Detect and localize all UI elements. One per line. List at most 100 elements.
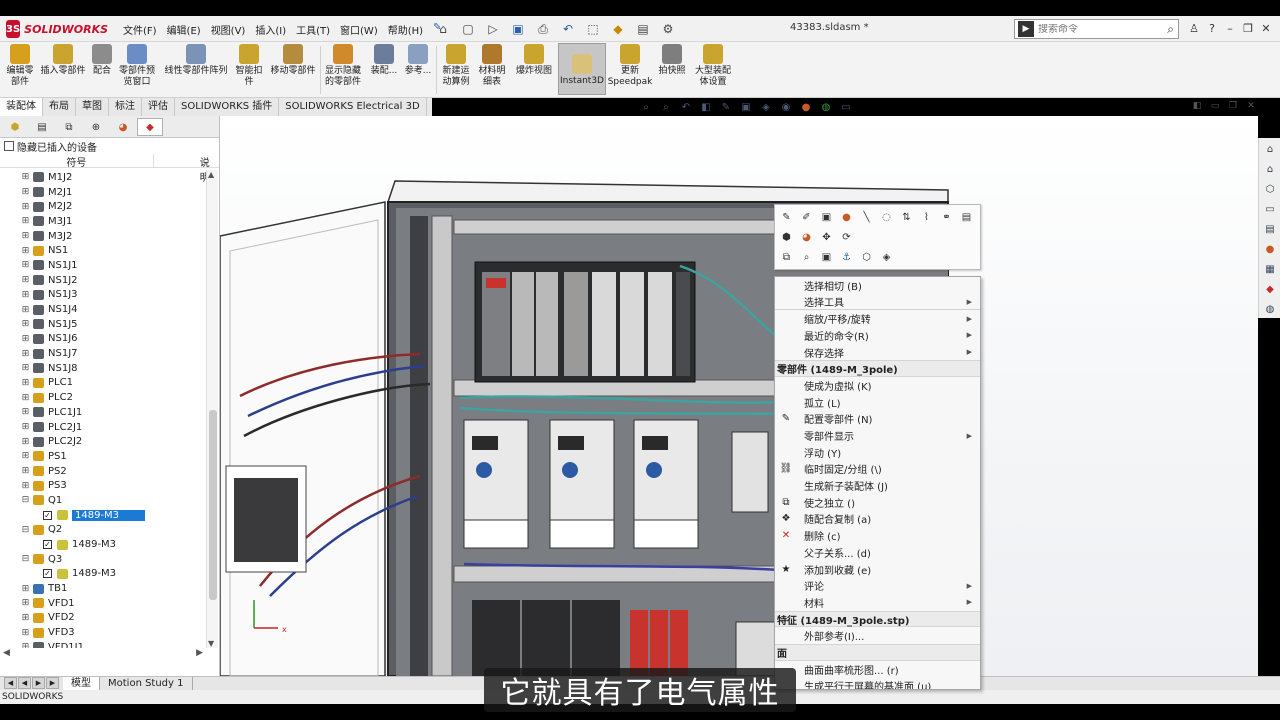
context-menu-item[interactable]: 孤立 (L) — [775, 394, 980, 411]
tree-row[interactable]: ⊞ PS3 — [0, 478, 206, 493]
restore-icon[interactable]: ❐ — [1240, 19, 1256, 37]
view-palette-icon[interactable]: ▤ — [1261, 221, 1279, 238]
apply-scene-icon[interactable]: ◍ — [818, 99, 834, 115]
paperclip-icon[interactable]: ⌇ — [918, 209, 935, 226]
context-menu-item[interactable]: 最近的命令(R) ▶ — [775, 327, 980, 344]
scroll-up-icon[interactable]: ▲ — [208, 170, 214, 179]
tab-evaluate[interactable]: 评估 — [142, 98, 175, 116]
expand-icon[interactable]: ⊞ — [21, 231, 30, 241]
previous-view-icon[interactable]: ↶ — [678, 99, 694, 115]
mate-button[interactable]: 配合 — [90, 44, 114, 77]
electrical-3d-icon[interactable]: ◆ — [1261, 281, 1279, 298]
color-palette-icon[interactable]: ◕ — [798, 229, 815, 246]
collapse-icon[interactable]: ⊟ — [21, 554, 30, 564]
property-manager-icon[interactable]: ▤ — [29, 118, 55, 136]
context-menu-item[interactable]: 曲面曲率梳形图... (r) — [775, 661, 980, 678]
rotate-component-icon[interactable]: ⟳ — [838, 229, 855, 246]
context-menu-item[interactable]: 浮动 (Y) — [775, 444, 980, 461]
tree-row[interactable]: ⊞ M1J2 — [0, 170, 206, 185]
reference-geometry-button[interactable]: 参考... — [402, 44, 434, 77]
hide-component-icon[interactable]: ╲ — [858, 209, 875, 226]
tree-row[interactable]: ⊞ NS1J2 — [0, 273, 206, 288]
expand-icon[interactable]: ⊞ — [21, 246, 30, 256]
options-gear-icon[interactable]: ⚙ — [657, 19, 679, 39]
horizontal-scrollbar[interactable]: ◀ ▶ — [0, 648, 206, 660]
tree-row[interactable]: ⊞ PLC2 — [0, 390, 206, 405]
electrical-manager-icon[interactable]: ◆ — [137, 118, 163, 136]
context-menu-item[interactable]: 零部件显示 ▶ — [775, 427, 980, 444]
zoom-to-fit-icon[interactable]: ⌕ — [638, 99, 654, 115]
tree-row[interactable]: ⊞ NS1J5 — [0, 317, 206, 332]
context-menu-item[interactable]: ⛓ 临时固定/分组 (\) — [775, 461, 980, 478]
scroll-down-icon[interactable]: ▼ — [208, 639, 214, 648]
expand-icon[interactable]: ⊞ — [21, 305, 30, 315]
user-icon[interactable]: ♙ — [1186, 19, 1202, 37]
expand-icon[interactable]: ⊞ — [21, 334, 30, 344]
doc-collapse-icon[interactable]: ◧ — [1190, 99, 1204, 113]
cube-view-icon[interactable]: ⬡ — [858, 249, 875, 266]
bill-of-materials-button[interactable]: 材料明细表 — [476, 44, 508, 88]
open-icon[interactable]: ▷ — [482, 19, 504, 39]
tab-markup[interactable]: 标注 — [109, 98, 142, 116]
forum-icon[interactable]: ◍ — [1261, 301, 1279, 318]
feature-manager-icon[interactable]: ⬢ — [2, 118, 28, 136]
tree-row[interactable]: ⊞ PLC1J1 — [0, 405, 206, 420]
context-menu-item[interactable]: 外部参考(I)... — [775, 627, 980, 644]
tree-row[interactable]: ⊞ NS1J1 — [0, 258, 206, 273]
tree-checkbox[interactable]: ✓ — [43, 540, 52, 550]
assembly-features-button[interactable]: 装配... — [368, 44, 400, 77]
symbol-column-header[interactable]: 符号 — [0, 154, 154, 169]
expand-icon[interactable]: ⊞ — [21, 451, 30, 461]
tree-row[interactable]: ⊞ NS1J7 — [0, 346, 206, 361]
tree-row[interactable]: ⊞ NS1J6 — [0, 332, 206, 347]
tree-row[interactable]: ⊞ M3J2 — [0, 229, 206, 244]
context-menu-item[interactable]: 材料 ▶ — [775, 594, 980, 611]
expand-icon[interactable]: ⊞ — [21, 363, 30, 373]
print-icon[interactable]: ⎙ — [532, 19, 554, 39]
tree-row[interactable]: ⊞ PS2 — [0, 464, 206, 479]
expand-icon[interactable]: ⊞ — [21, 187, 30, 197]
expand-icon[interactable]: ⊞ — [21, 466, 30, 476]
vertical-scrollbar[interactable]: ▲ ▼ — [206, 170, 218, 648]
context-menu-item[interactable]: 使成为虚拟 (K) — [775, 377, 980, 394]
linear-pattern-button[interactable]: 线性零部件阵列 — [160, 44, 232, 77]
help-icon[interactable]: ? — [1204, 19, 1220, 37]
rebuild-icon[interactable]: ◆ — [607, 19, 629, 39]
tree-checkbox[interactable]: ✓ — [43, 569, 52, 579]
mate-relation-icon[interactable]: ⚭ — [938, 209, 955, 226]
context-menu-item[interactable]: 选择工具 ▶ — [775, 294, 980, 311]
expand-icon[interactable]: ⊞ — [21, 407, 30, 417]
isolate-icon[interactable]: ⬢ — [778, 229, 795, 246]
exploded-view-button[interactable]: 爆炸视图 — [512, 44, 556, 77]
appearances-icon[interactable]: ● — [1261, 241, 1279, 258]
context-menu-item[interactable]: 保存选择 ▶ — [775, 344, 980, 361]
tree-child-row[interactable]: ⊞✓1489-M3 — [0, 508, 206, 523]
tree-row[interactable]: ⊞ M3J1 — [0, 214, 206, 229]
expand-icon[interactable]: ⊞ — [21, 393, 30, 403]
description-column-header[interactable]: 说明 — [154, 154, 219, 184]
view-settings-icon[interactable]: ▭ — [838, 99, 854, 115]
appearance-icon[interactable]: ● — [838, 209, 855, 226]
tree-child-row[interactable]: ⊞✓1489-M3 — [0, 537, 206, 552]
menu-file[interactable]: 文件(F) — [118, 22, 162, 37]
electrical-cabinet-model[interactable]: x — [220, 116, 1258, 676]
search-input[interactable] — [1038, 23, 1148, 35]
anchor-icon[interactable]: ⚓ — [838, 249, 855, 266]
save-icon[interactable]: ▣ — [507, 19, 529, 39]
context-menu-item[interactable]: 生成新子装配体 (J) — [775, 477, 980, 494]
component-preview-button[interactable]: 零部件预览窗口 — [116, 44, 158, 88]
home-pane-icon[interactable]: ⌂ — [1261, 161, 1279, 178]
edit-part-icon[interactable]: ✎ — [778, 209, 795, 226]
menu-insert[interactable]: 插入(I) — [250, 22, 291, 37]
update-speedpak-button[interactable]: 更新Speedpak — [608, 44, 652, 88]
doc-minimize-icon[interactable]: ▭ — [1208, 99, 1222, 113]
expand-icon[interactable]: ⊞ — [21, 584, 30, 594]
display-style-icon[interactable]: ◈ — [758, 99, 774, 115]
move-with-triad-icon[interactable]: ✥ — [818, 229, 835, 246]
new-motion-study-button[interactable]: 新建运动算例 — [440, 44, 472, 88]
tree-row[interactable]: ⊞ M2J1 — [0, 185, 206, 200]
tree-row[interactable]: ⊞ VFD1J1 — [0, 640, 206, 648]
tab-sketch[interactable]: 草图 — [76, 98, 109, 116]
expand-icon[interactable]: ⊞ — [21, 481, 30, 491]
scroll-thumb[interactable] — [209, 410, 217, 600]
